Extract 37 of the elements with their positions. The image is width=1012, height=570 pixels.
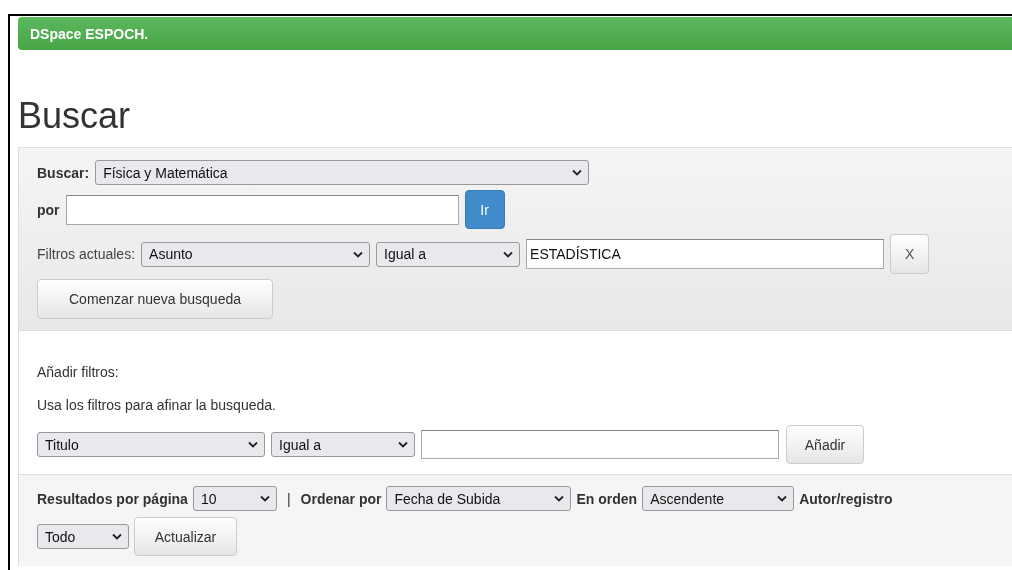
dropdown[interactable]: Titulo xyxy=(37,432,265,457)
dropdown[interactable]: Ascendente xyxy=(642,486,795,511)
page-title: Buscar xyxy=(18,96,132,138)
chevron-down-icon xyxy=(777,495,788,502)
dropdown[interactable]: Igual a xyxy=(271,432,415,457)
query-label: por xyxy=(37,201,60,218)
per-page-label: Resultados por página xyxy=(37,490,188,507)
chevron-down-icon xyxy=(554,495,565,502)
sort-label: Ordenar por xyxy=(300,490,382,507)
dropdown[interactable]: Todo xyxy=(37,524,129,549)
add-button[interactable]: Añadir xyxy=(786,425,864,464)
chevron-down-icon xyxy=(353,250,364,258)
current-filters-label: Filtros actuales: xyxy=(37,246,136,262)
dropdown[interactable]: Fecha de Subida xyxy=(386,486,572,511)
order-label: En orden xyxy=(576,490,638,507)
filter-value-field[interactable]: ESTADÍSTICA xyxy=(526,239,885,269)
dropdown[interactable]: 10 xyxy=(192,486,277,511)
scope-label: Buscar: xyxy=(37,164,90,181)
chevron-down-icon xyxy=(248,441,258,448)
chevron-down-icon xyxy=(112,533,122,540)
query-field[interactable] xyxy=(65,194,459,225)
new-search-button[interactable]: Comenzar nueva busqueda xyxy=(37,279,273,319)
chevron-down-icon xyxy=(398,441,408,448)
filter-hint: Usa los filtros para afinar la busqueda. xyxy=(37,397,277,413)
dropdown[interactable]: Física y Matemática xyxy=(95,160,590,185)
chevron-down-icon xyxy=(503,250,514,258)
go-button[interactable]: Ir xyxy=(464,190,505,229)
filter-value-field[interactable] xyxy=(421,430,779,459)
remove-filter-button[interactable]: X xyxy=(890,234,930,274)
chevron-down-icon xyxy=(572,169,583,176)
author-record-label: Autor/registro xyxy=(799,490,893,507)
dropdown[interactable]: Asunto xyxy=(141,241,371,267)
update-button[interactable]: Actualizar xyxy=(134,517,237,556)
add-filters-title: Añadir filtros: xyxy=(37,364,120,380)
dropdown[interactable]: Igual a xyxy=(376,241,521,267)
chevron-down-icon xyxy=(259,495,270,502)
separator: | xyxy=(286,490,291,507)
